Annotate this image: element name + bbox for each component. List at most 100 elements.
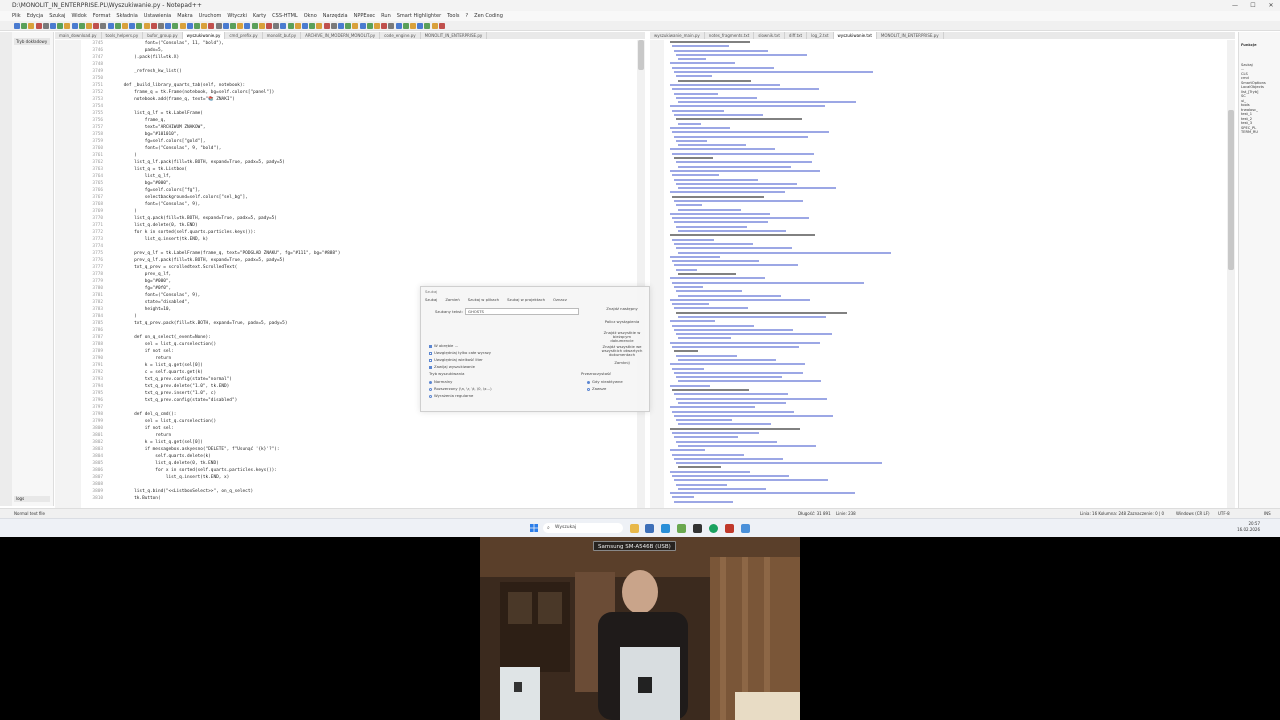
toolbar-button-icon[interactable] <box>323 23 330 29</box>
menu-item[interactable]: Okno <box>304 13 317 19</box>
toolbar-button-icon[interactable] <box>424 23 431 29</box>
menu-item[interactable]: Widok <box>71 13 86 19</box>
toolbar-button-icon[interactable] <box>366 23 373 29</box>
editor-right-scrollbar[interactable] <box>1227 40 1235 508</box>
checkbox[interactable] <box>429 358 432 362</box>
menu-item[interactable]: Uruchom <box>199 13 222 19</box>
editor-tab[interactable]: bufor_group.py <box>143 32 183 39</box>
checkbox[interactable] <box>429 351 432 355</box>
search-mode-radio[interactable]: Normalny <box>429 379 452 384</box>
radio-button[interactable] <box>587 387 590 391</box>
toolbar-button-icon[interactable] <box>136 23 143 29</box>
find-dialog-tab[interactable]: Szukaj w projektach <box>507 297 545 302</box>
toolbar-button-icon[interactable] <box>359 23 366 29</box>
toolbar-button-icon[interactable] <box>280 23 287 29</box>
menu-item[interactable]: Tools <box>447 13 459 19</box>
toolbar-button-icon[interactable] <box>237 23 244 29</box>
editor-tab[interactable]: ARCHIVE_IN_MODERN_MONOLIT.py <box>301 32 381 39</box>
toolbar-button-icon[interactable] <box>388 23 395 29</box>
transparency-radio[interactable]: Zawsze <box>587 386 606 391</box>
editor-tab[interactable]: diff.txt <box>785 32 808 39</box>
menu-item[interactable]: Narzędzia <box>323 13 348 19</box>
checkbox[interactable] <box>429 365 432 369</box>
menu-item[interactable]: Run <box>381 13 391 19</box>
menu-item[interactable]: Smart Highlighter <box>397 13 441 19</box>
toolbar-button-icon[interactable] <box>21 23 28 29</box>
menu-item[interactable]: Plik <box>12 13 21 19</box>
toolbar-button-icon[interactable] <box>316 23 323 29</box>
find-dialog-button[interactable]: Znajdź następny <box>601 307 643 316</box>
taskbar-search[interactable]: ⌕ Wyszukaj <box>543 523 623 533</box>
close-button[interactable]: ✕ <box>1262 0 1280 11</box>
app-icon-4[interactable] <box>725 524 734 533</box>
find-option[interactable]: W obrębie ... <box>429 343 458 348</box>
toolbar-button-icon[interactable] <box>158 23 164 29</box>
menu-item[interactable]: Zen Coding <box>474 13 503 19</box>
chrome-icon[interactable] <box>709 524 718 533</box>
editor-right-scroll-thumb[interactable] <box>1228 110 1234 270</box>
toolbar-button-icon[interactable] <box>402 23 409 29</box>
app-icon-2[interactable] <box>661 524 670 533</box>
toolbar-button-icon[interactable] <box>352 23 359 29</box>
editor-tab[interactable]: wyszukiwanie_main.py <box>650 32 705 39</box>
find-dialog-button[interactable]: Policz wystąpienia <box>601 320 643 329</box>
toolbar-button-icon[interactable] <box>107 23 114 29</box>
editor-tab[interactable]: tools_helpers.py <box>102 32 144 39</box>
find-dialog-tab[interactable]: Zamień <box>445 297 459 302</box>
toolbar-button-icon[interactable] <box>114 23 121 29</box>
menu-item[interactable]: NPPExec <box>354 13 376 19</box>
toolbar-button-icon[interactable] <box>28 23 35 29</box>
find-dialog-tab[interactable]: Oznacz <box>553 297 567 302</box>
toolbar-button-icon[interactable] <box>266 23 272 29</box>
toolbar-button-icon[interactable] <box>100 23 107 29</box>
app-icon-1[interactable] <box>645 524 654 533</box>
toolbar-button-icon[interactable] <box>395 23 402 29</box>
toolbar-button-icon[interactable] <box>222 23 229 29</box>
toolbar-button-icon[interactable] <box>381 23 388 29</box>
toolbar-button-icon[interactable] <box>330 23 337 29</box>
toolbar-button-icon[interactable] <box>258 23 265 29</box>
toolbar-button-icon[interactable] <box>86 23 92 29</box>
notepad-plus-plus-icon[interactable] <box>677 524 686 533</box>
function-list-item[interactable]: TERM_RU <box>1241 130 1278 135</box>
toolbar-button-icon[interactable] <box>345 23 352 29</box>
toolbar-button-icon[interactable] <box>338 23 344 29</box>
find-option[interactable]: Uwzględniaj tylko całe wyrazy <box>429 350 491 355</box>
menu-item[interactable]: Makra <box>177 13 192 19</box>
find-dialog-button[interactable]: Znajdź wszystkie we wszystkich otwartych… <box>601 345 643 357</box>
toolbar-button-icon[interactable] <box>93 23 100 29</box>
checkbox[interactable] <box>429 344 432 348</box>
editor-tab[interactable]: main_download.py <box>55 32 102 39</box>
toolbar-button-icon[interactable] <box>374 23 380 29</box>
windows-start-icon[interactable] <box>530 524 538 532</box>
radio-button[interactable] <box>429 394 432 398</box>
toolbar-button-icon[interactable] <box>78 23 85 29</box>
radio-button[interactable] <box>587 380 590 384</box>
search-mode-radio[interactable]: Wyrażenia regularne <box>429 393 473 398</box>
find-option[interactable]: Zawijaj wyszukiwanie <box>429 364 475 369</box>
left-panel-bottom-tab[interactable]: logs <box>14 496 50 502</box>
toolbar-button-icon[interactable] <box>150 23 157 29</box>
editor-tab[interactable]: monolit_buf.py <box>263 32 302 39</box>
menu-item[interactable]: Ustawienia <box>144 13 171 19</box>
toolbar-button-icon[interactable] <box>230 23 236 29</box>
toolbar-button-icon[interactable] <box>244 23 251 29</box>
radio-button[interactable] <box>429 380 432 384</box>
menu-item[interactable]: Edycja <box>27 13 44 19</box>
editor-left-scroll-thumb[interactable] <box>638 40 644 70</box>
maximize-button[interactable]: ☐ <box>1244 0 1262 11</box>
toolbar-button-icon[interactable] <box>438 23 445 29</box>
toolbar-button-icon[interactable] <box>57 23 64 29</box>
toolbar-button-icon[interactable] <box>410 23 416 29</box>
toolbar-button-icon[interactable] <box>287 23 294 29</box>
find-dialog-button[interactable]: Zamknij <box>601 361 643 370</box>
toolbar-button-icon[interactable] <box>42 23 49 29</box>
toolbar-button-icon[interactable] <box>35 23 42 29</box>
toolbar-button-icon[interactable] <box>129 23 136 29</box>
editor-tab[interactable]: log_2.txt <box>807 32 834 39</box>
toolbar-button-icon[interactable] <box>215 23 222 29</box>
toolbar-button-icon[interactable] <box>186 23 193 29</box>
toolbar-button-icon[interactable] <box>64 23 71 29</box>
toolbar-button-icon[interactable] <box>179 23 186 29</box>
menu-item[interactable]: Wtyczki <box>227 13 247 19</box>
